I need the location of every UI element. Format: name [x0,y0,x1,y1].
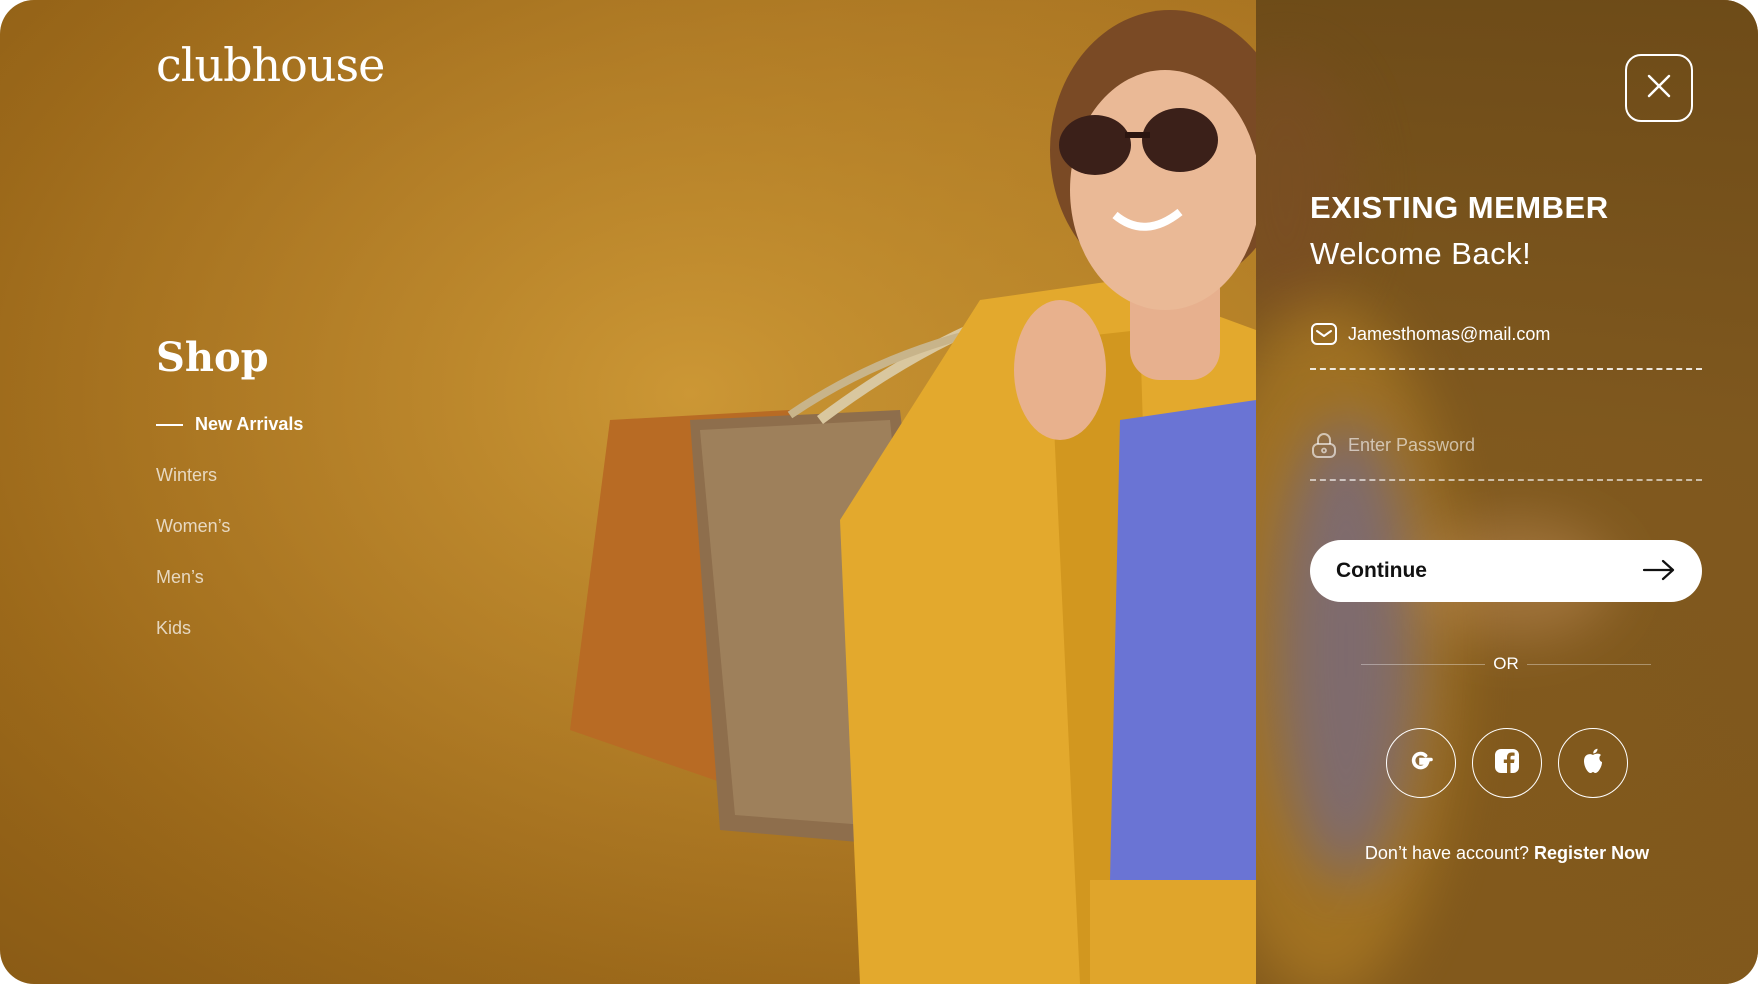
close-icon [1645,72,1673,104]
register-prompt: Don’t have account? [1364,843,1530,863]
register-now-link[interactable]: Register Now [1534,843,1649,863]
nav-item-winters[interactable]: Winters [156,465,303,516]
continue-button[interactable]: Continue [1310,540,1702,602]
shop-menu: New Arrivals Winters Women’s Men’s Kids [156,414,303,669]
facebook-login-button[interactable] [1472,728,1542,798]
brand-logo[interactable]: clubhouse [156,38,385,92]
email-input[interactable] [1348,323,1702,345]
active-indicator [156,424,183,426]
facebook-icon [1493,747,1521,779]
social-login-group [1386,728,1628,798]
divider-line [1361,663,1486,665]
nav-item-mens[interactable]: Men’s [156,567,303,618]
or-divider: OR [1361,654,1651,674]
password-field [1310,425,1702,481]
google-login-button[interactable] [1386,728,1456,798]
shop-title: Shop [156,334,269,381]
nav-item-label: Men’s [156,567,204,587]
nav-item-label: Winters [156,465,218,485]
divider-line [1526,663,1651,665]
login-heading: EXISTING MEMBER [1310,190,1609,225]
continue-label: Continue [1336,559,1427,582]
nav-item-label: New Arrivals [195,414,304,434]
register-row: Don’t have account? Register Now [1256,843,1758,864]
lock-icon [1310,431,1338,459]
panel-background [1256,0,1758,984]
or-label: OR [1493,654,1519,673]
login-subheading: Welcome Back! [1310,236,1532,271]
app-window: clubhouse Shop New Arrivals Winters Wome… [0,0,1758,984]
google-icon [1406,746,1436,780]
apple-icon [1580,747,1606,779]
nav-item-label: Kids [156,618,192,638]
login-panel: EXISTING MEMBER Welcome Back! Jamesthoma… [1256,0,1758,984]
nav-item-label: Women’s [156,516,231,536]
arrow-right-icon [1642,558,1676,585]
apple-login-button[interactable] [1558,728,1628,798]
close-button[interactable] [1625,54,1693,122]
password-input[interactable] [1348,434,1702,456]
nav-item-kids[interactable]: Kids [156,618,303,669]
mail-icon [1310,320,1338,348]
email-field [1310,314,1702,370]
nav-item-new-arrivals[interactable]: New Arrivals [156,414,303,465]
nav-item-womens[interactable]: Women’s [156,516,303,567]
